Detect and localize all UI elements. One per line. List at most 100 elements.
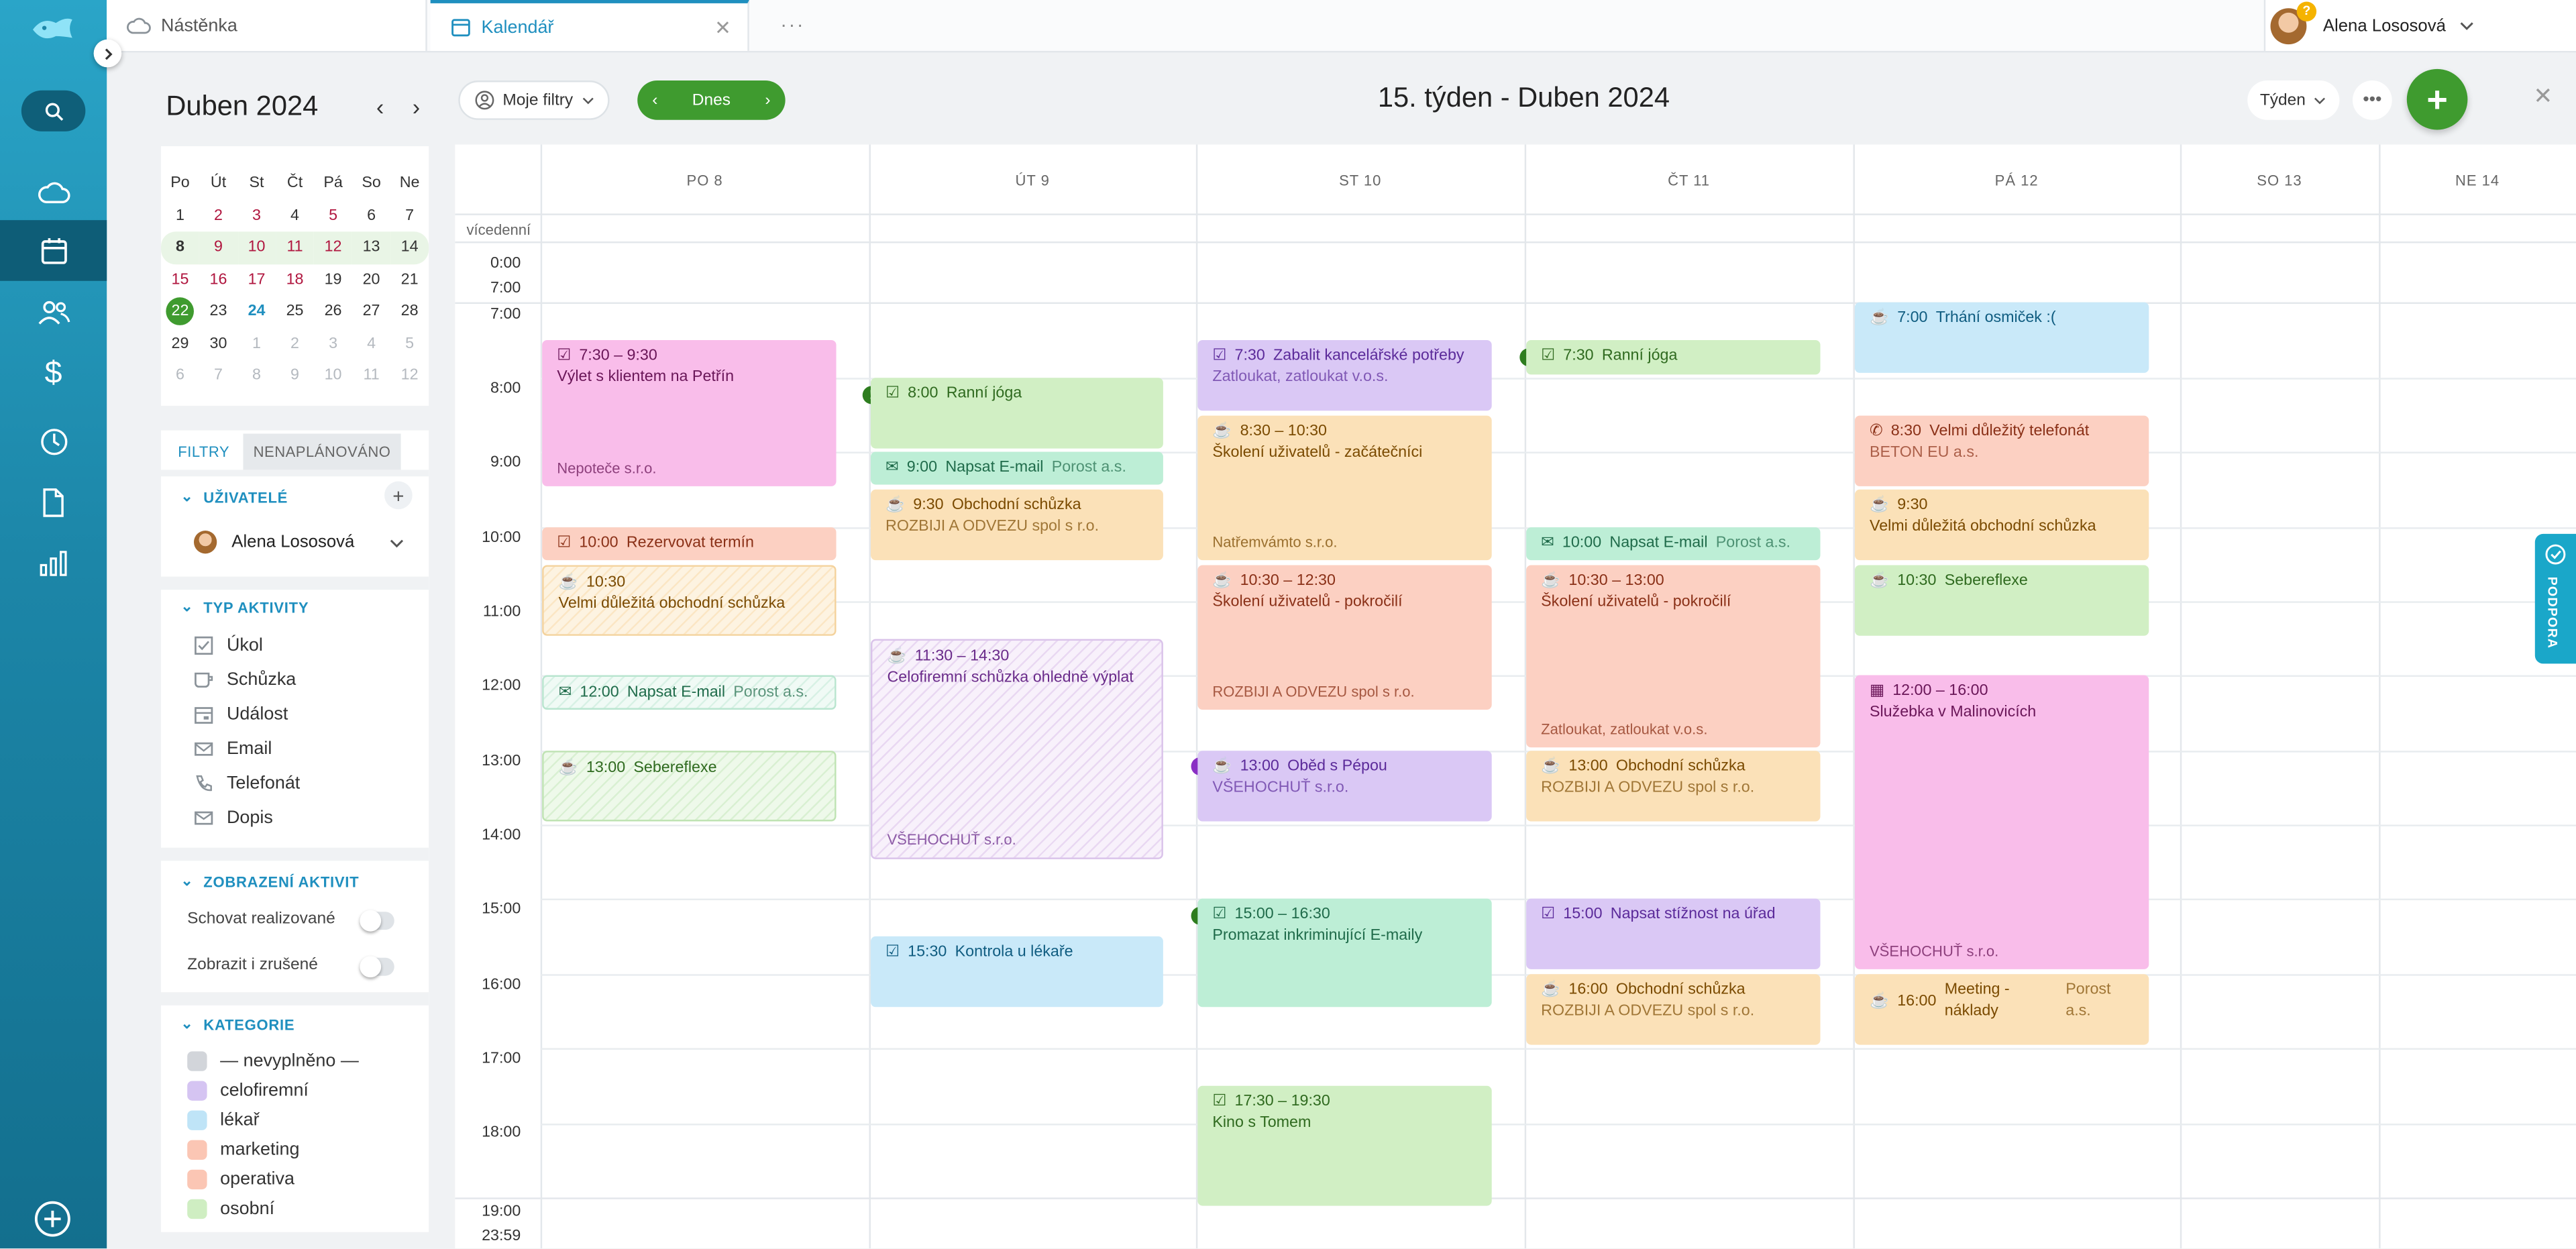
type-meeting[interactable]: Schůzka [194, 670, 296, 690]
day-cell[interactable]: 21 [390, 264, 429, 296]
search-icon[interactable] [21, 90, 86, 131]
day-cell[interactable]: 4 [352, 328, 390, 360]
day-cell[interactable]: 19 [314, 264, 352, 296]
day-cell[interactable]: 26 [314, 296, 352, 328]
event-card[interactable]: ✉ 10:00 Napsat E-mail Porost a.s. [1526, 527, 1821, 561]
close-icon[interactable]: ✕ [2533, 82, 2553, 110]
type-event[interactable]: Událost [194, 705, 288, 724]
category-item[interactable]: celofiremní [187, 1081, 309, 1101]
next-month-button[interactable]: › [413, 94, 420, 120]
reports-icon[interactable] [0, 532, 107, 593]
day-cell[interactable]: 23 [199, 296, 237, 328]
add-activity-button[interactable]: + [2406, 68, 2468, 130]
day-cell[interactable]: 15 [161, 264, 199, 296]
add-circle-icon[interactable] [33, 1199, 72, 1239]
category-item[interactable]: lékař [187, 1110, 260, 1130]
event-card[interactable]: ☑ 15:00 – 16:30 Promazat inkriminující E-… [1197, 898, 1492, 1008]
event-card[interactable]: ✆ 8:30 Velmi důležitý telefonát BETON EU a… [1854, 415, 2149, 486]
category-item[interactable]: — nevyplněno — [187, 1051, 359, 1071]
event-card[interactable]: ☑ 7:30 Zabalit kancelářské potřeby Zatlouk… [1197, 339, 1492, 411]
day-cell-today[interactable]: 22 [161, 296, 199, 328]
day-cell[interactable]: 6 [161, 360, 199, 392]
activity-type-section-header[interactable]: ⌄ TYP AKTIVITY [180, 598, 309, 616]
day-cell[interactable]: 18 [276, 264, 314, 296]
document-icon[interactable] [0, 472, 107, 533]
event-card[interactable]: ✉ 12:00 Napsat E-mail Porost a.s. [542, 675, 837, 710]
day-cell[interactable]: 6 [352, 200, 390, 232]
type-email[interactable]: Email [194, 739, 272, 759]
event-card[interactable]: ☑ 15:30 Kontrola u lékaře [870, 936, 1163, 1008]
day-cell[interactable]: 10 [314, 360, 352, 392]
view-select[interactable]: Týden [2247, 80, 2340, 120]
categories-section-header[interactable]: ⌄ KATEGORIE [180, 1015, 294, 1033]
tab-calendar[interactable]: Kalendář ✕ [430, 0, 749, 51]
event-card[interactable]: ☕ 13:00 Obchodní schůzka ROZBIJI A ODVEZU … [1526, 751, 1821, 822]
type-phone[interactable]: Telefonát [194, 773, 300, 794]
event-card[interactable]: ▦ 12:00 – 16:00 Služebka v Malinovicích V… [1854, 675, 2149, 969]
day-cell[interactable]: 5 [390, 328, 429, 360]
day-header-wed[interactable]: ST 10 [1196, 172, 1525, 188]
event-card[interactable]: ☑ 17:30 – 19:30 Kino s Tomem [1197, 1085, 1492, 1206]
day-header-tue[interactable]: ÚT 9 [869, 172, 1196, 188]
event-card[interactable]: ☑ 7:30 Ranní jóga [1526, 339, 1821, 375]
next-week-button[interactable]: › [765, 91, 770, 109]
day-cell[interactable]: 16 [199, 264, 237, 296]
event-card[interactable]: ☕ 9:30 Velmi důležitá obchodní schůzka [1854, 489, 2149, 561]
event-card[interactable]: ☕ 8:30 – 10:30 Školení uživatelů - začáte… [1197, 415, 1492, 561]
day-cell[interactable]: 4 [276, 200, 314, 232]
day-cell[interactable]: 24 [237, 296, 276, 328]
event-card[interactable]: ☕ 10:30 Velmi důležitá obchodní schůzka [542, 565, 837, 636]
day-cell[interactable]: 11 [276, 231, 315, 264]
day-header-thu[interactable]: ČT 11 [1525, 172, 1854, 188]
event-card[interactable]: ☕ 13:00 Sebereflexe [542, 751, 837, 822]
support-button[interactable]: PODPORA [2534, 533, 2576, 664]
close-tab-icon[interactable]: ✕ [714, 16, 731, 39]
category-item[interactable]: osobní [187, 1199, 274, 1219]
tab-dashboard[interactable]: Nástěnka [107, 0, 427, 51]
day-cell[interactable]: 29 [161, 328, 199, 360]
day-cell[interactable]: 3 [314, 328, 352, 360]
event-card[interactable]: ☕ 7:00 Trhání osmiček :( [1854, 302, 2149, 373]
day-cell[interactable]: 1 [237, 328, 276, 360]
event-card[interactable]: ☑ 15:00 Napsat stížnost na úřad [1526, 898, 1821, 969]
more-options-button[interactable]: ••• [2352, 80, 2392, 120]
day-cell[interactable]: 2 [199, 200, 237, 232]
display-section-header[interactable]: ⌄ ZOBRAZENÍ AKTIVIT [180, 872, 359, 890]
contacts-icon[interactable] [0, 281, 107, 342]
type-task[interactable]: Úkol [194, 636, 263, 655]
event-card[interactable]: ☕ 9:30 Obchodní schůzka ROZBIJI A ODVEZU s… [870, 489, 1163, 561]
day-cell[interactable]: 14 [390, 231, 429, 264]
prev-month-button[interactable]: ‹ [376, 94, 384, 120]
collapse-sidebar-button[interactable] [93, 39, 122, 68]
help-badge[interactable]: ? [2296, 1, 2317, 21]
day-cell[interactable]: 27 [352, 296, 390, 328]
calendar-icon[interactable] [0, 220, 107, 281]
my-filters-button[interactable]: Moje filtry [458, 80, 610, 120]
event-card[interactable]: ✉ 9:00 Napsat E-mail Porost a.s. [870, 451, 1163, 485]
prev-week-button[interactable]: ‹ [652, 91, 657, 109]
show-cancelled-toggle[interactable] [360, 956, 394, 978]
day-cell[interactable]: 12 [390, 360, 429, 392]
day-cell[interactable]: 1 [161, 200, 199, 232]
day-header-fri[interactable]: PÁ 12 [1853, 172, 2180, 188]
day-cell[interactable]: 17 [237, 264, 276, 296]
day-cell[interactable]: 8 [161, 231, 200, 264]
clock-icon[interactable] [0, 411, 107, 472]
event-card[interactable]: ☕ 13:00 Oběd s Pépou VŠEHOCHUŤ s.r.o. [1197, 751, 1492, 822]
hide-done-toggle[interactable] [360, 910, 394, 932]
day-cell[interactable]: 13 [352, 231, 391, 264]
day-cell[interactable]: 9 [199, 231, 238, 264]
add-user-button[interactable]: + [384, 481, 413, 510]
day-cell[interactable]: 10 [237, 231, 276, 264]
tab-unplanned[interactable]: NENAPLÁNOVÁNO [243, 433, 401, 470]
user-filter-select[interactable]: Alena Lososová [193, 531, 354, 554]
today-button[interactable]: Dnes [692, 91, 731, 109]
event-card[interactable]: ☕ 10:30 – 12:30 Školení uživatelů - pokro… [1197, 565, 1492, 710]
day-cell[interactable]: 3 [237, 200, 276, 232]
category-item[interactable]: operativa [187, 1169, 294, 1190]
day-cell[interactable]: 9 [276, 360, 314, 392]
logo-icon[interactable] [30, 13, 76, 46]
day-cell[interactable]: 8 [237, 360, 276, 392]
chevron-down-icon[interactable] [389, 539, 404, 549]
user-menu[interactable]: ? Alena Lososová [2263, 0, 2576, 51]
